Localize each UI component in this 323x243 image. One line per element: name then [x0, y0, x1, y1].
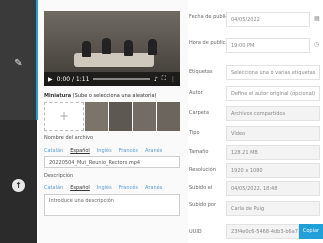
- lang-tab-ingles[interactable]: Inglés: [97, 185, 112, 191]
- lang-tab-frances[interactable]: Francés: [119, 148, 138, 154]
- thumbnail-option[interactable]: [109, 102, 132, 131]
- autor-input[interactable]: Define el autor original (opcional): [226, 86, 320, 101]
- description-language-tabs: Catalán Español Inglés Francés Aranés: [44, 185, 162, 191]
- lang-tab-espanol[interactable]: Español: [70, 148, 90, 154]
- etiquetas-select[interactable]: Selecciona una o varias etiquetas: [226, 65, 320, 80]
- tipo-label: Tipo: [189, 130, 200, 136]
- thumbnail-option[interactable]: [157, 102, 180, 131]
- lang-tab-ingles[interactable]: Inglés: [97, 148, 112, 154]
- add-thumbnail-button[interactable]: +: [44, 102, 84, 131]
- subido-por-label: Subido por: [189, 202, 217, 208]
- video-frame-person: [148, 39, 157, 55]
- thumbnail-option[interactable]: [133, 102, 156, 131]
- carpeta-label: Carpeta: [189, 110, 209, 116]
- resolucion-value: 1920 x 1080: [226, 163, 320, 178]
- description-input[interactable]: Introduce una descripción: [44, 194, 180, 216]
- carpeta-value: Archivos compartidos: [226, 106, 320, 121]
- play-icon[interactable]: ▶: [48, 76, 53, 83]
- more-options-icon[interactable]: ⋮: [170, 76, 176, 83]
- calendar-icon[interactable]: ▦: [314, 15, 320, 22]
- thumbnail-option[interactable]: [85, 102, 108, 131]
- lang-tab-aranes[interactable]: Aranés: [145, 185, 162, 191]
- uuid-label: UUID: [189, 229, 202, 235]
- lang-tab-frances[interactable]: Francés: [119, 185, 138, 191]
- tamano-label: Tamaño: [189, 149, 209, 155]
- upload-icon[interactable]: ↑: [12, 179, 25, 192]
- video-player[interactable]: ▶ 0:00 / 1:11 ♪ ⛶ ⋮: [44, 11, 180, 86]
- video-frame-person: [124, 40, 133, 56]
- clock-icon[interactable]: ◷: [314, 41, 319, 48]
- fullscreen-icon[interactable]: ⛶: [162, 75, 166, 83]
- etiquetas-label: Etiquetas: [189, 69, 213, 75]
- volume-icon[interactable]: ♪: [154, 76, 158, 83]
- resolucion-label: Resolución: [189, 167, 216, 173]
- video-controls: ▶ 0:00 / 1:11 ♪ ⛶ ⋮: [44, 72, 180, 86]
- description-label: Descripción: [44, 173, 74, 179]
- edit-icon[interactable]: ✎: [12, 57, 25, 70]
- filename-label: Nombre del archivo: [44, 135, 94, 141]
- fecha-input[interactable]: 04/05/2022: [226, 12, 310, 27]
- video-progress[interactable]: [93, 78, 150, 80]
- video-frame-person: [82, 41, 91, 57]
- hora-input[interactable]: 19:00 PM: [226, 38, 310, 53]
- tipo-value: Vídeo: [226, 126, 320, 141]
- copy-button[interactable]: Copiar: [299, 224, 323, 239]
- lang-tab-aranes[interactable]: Aranés: [145, 148, 162, 154]
- subido-el-label: Subido el: [189, 185, 213, 191]
- subido-el-value: 04/05/2022, 18:48: [226, 181, 320, 196]
- filename-language-tabs: Catalán Español Inglés Francés Aranés: [44, 148, 162, 154]
- uuid-value: 23f4e0c6-5468-4db3-b6a7: [226, 224, 299, 239]
- lang-tab-espanol[interactable]: Español: [70, 185, 90, 191]
- lang-tab-catalan[interactable]: Catalán: [44, 185, 63, 191]
- thumbnail-strip: +: [44, 102, 180, 131]
- lang-tab-catalan[interactable]: Catalán: [44, 148, 63, 154]
- tamano-value: 128.21 MB: [226, 145, 320, 160]
- filename-input[interactable]: 20220504_Mut_Reunio_Rectors.mp4: [44, 156, 180, 168]
- autor-label: Autor: [189, 90, 203, 96]
- video-frame-person: [102, 38, 111, 54]
- video-time: 0:00 / 1:11: [56, 75, 90, 83]
- subido-por-value: Carla de Puig: [226, 201, 320, 216]
- thumbnail-label: Miniatura (Sube o selecciona una aleator…: [44, 93, 157, 99]
